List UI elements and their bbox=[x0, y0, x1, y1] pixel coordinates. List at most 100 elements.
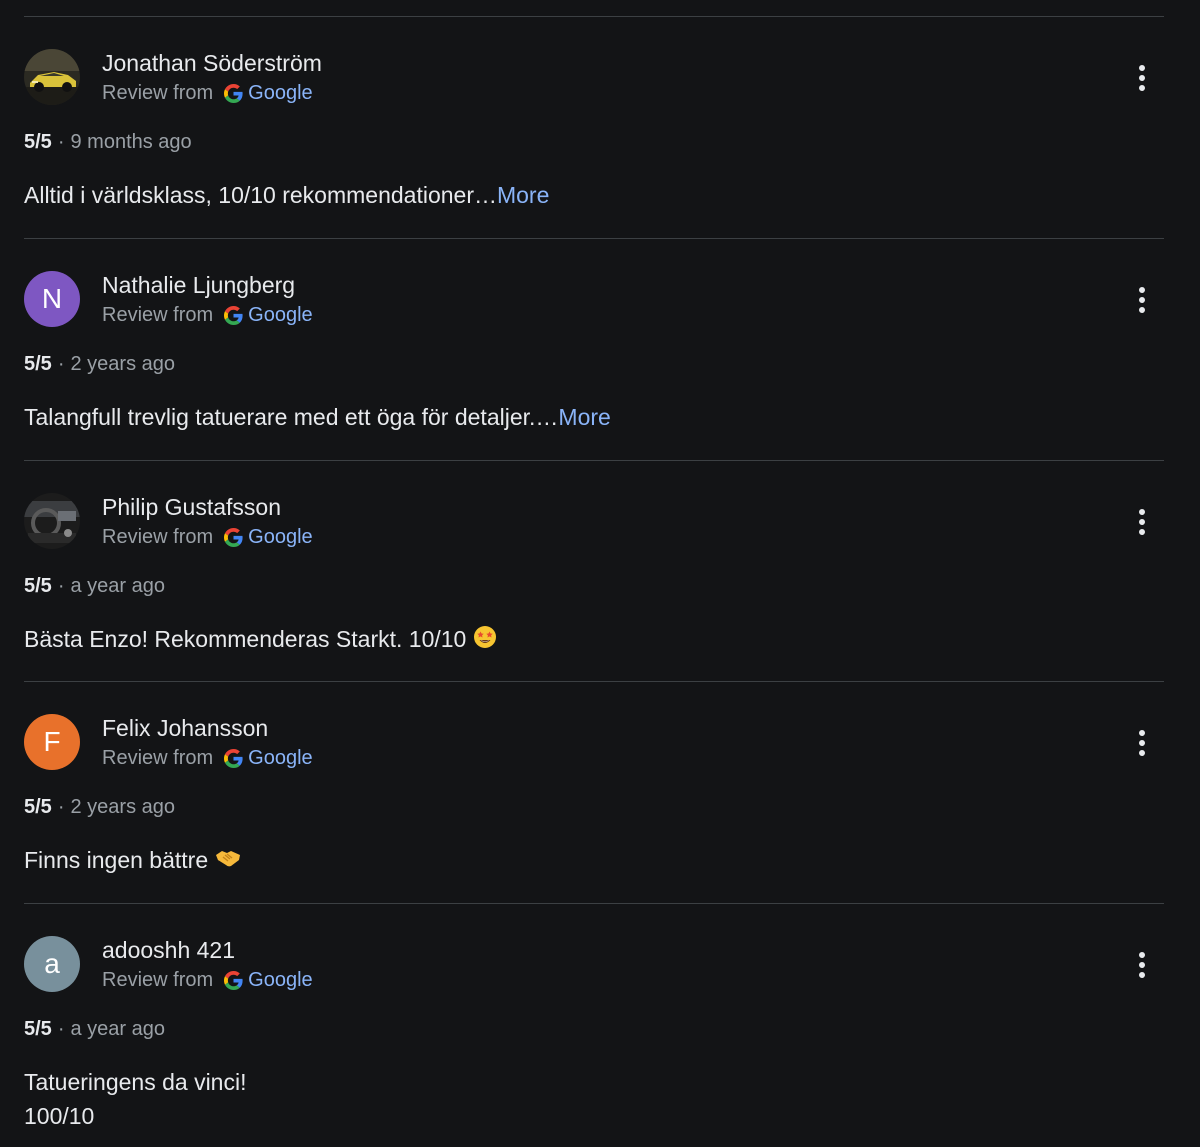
more-link[interactable]: More bbox=[497, 182, 549, 208]
more-vert-dot bbox=[1139, 65, 1145, 71]
reviewer-name[interactable]: Nathalie Ljungberg bbox=[102, 271, 295, 299]
review-meta: 5/5 · 9 months ago bbox=[24, 129, 192, 155]
source-label: Review from bbox=[102, 526, 214, 548]
car-interior-photo-icon bbox=[24, 493, 80, 549]
more-options-button[interactable] bbox=[1130, 61, 1154, 95]
rating: 5/5 bbox=[24, 353, 52, 375]
avatar-letter: a bbox=[44, 948, 60, 979]
review-source: Review from Google bbox=[102, 967, 313, 993]
more-vert-dot bbox=[1139, 529, 1145, 535]
avatar-letter: F bbox=[43, 726, 61, 757]
review-text: Tatueringens da vinci! 100/10 bbox=[24, 1065, 246, 1133]
source-google-link[interactable]: Google bbox=[248, 967, 313, 993]
review-text: Finns ingen bättre bbox=[24, 843, 241, 877]
review-card: a adooshh 421 Review from Google 5/5· a bbox=[24, 903, 1164, 1129]
source-label: Review from bbox=[102, 304, 214, 326]
rating: 5/5 bbox=[24, 796, 52, 818]
review-card: Philip Gustafsson Review from Google 5/5… bbox=[24, 460, 1164, 683]
star-struck-emoji-icon bbox=[473, 626, 496, 648]
review-time: a year ago bbox=[70, 1018, 165, 1040]
review-text-body: Bästa Enzo! Rekommenderas Starkt. 10/10 bbox=[24, 626, 467, 652]
meta-separator: · bbox=[57, 796, 65, 818]
avatar[interactable]: a bbox=[24, 936, 80, 992]
review-header: a adooshh 421 Review from Google bbox=[24, 936, 1164, 994]
review-meta: 5/5 · a year ago bbox=[24, 573, 165, 599]
more-vert-dot bbox=[1139, 962, 1145, 968]
review-text-line: 100/10 bbox=[24, 1103, 95, 1129]
reviewer-name[interactable]: Philip Gustafsson bbox=[102, 493, 281, 521]
review-time: 2 years ago bbox=[70, 796, 175, 818]
meta-separator: · bbox=[57, 1018, 65, 1040]
more-vert-dot bbox=[1139, 952, 1145, 958]
avatar[interactable] bbox=[24, 49, 80, 105]
more-options-button[interactable] bbox=[1130, 505, 1154, 539]
more-vert-dot bbox=[1139, 972, 1145, 978]
reviewer-name[interactable]: adooshh 421 bbox=[102, 936, 235, 964]
more-vert-dot bbox=[1139, 297, 1145, 303]
more-options-button[interactable] bbox=[1130, 726, 1154, 760]
review-card: Jonathan Söderström Review from Google 5… bbox=[24, 16, 1164, 239]
review-header: N Nathalie Ljungberg Review from Google bbox=[24, 271, 1164, 329]
rating: 5/5 bbox=[24, 1018, 52, 1040]
review-card: F Felix Johansson Review from Google 5/5… bbox=[24, 681, 1164, 904]
avatar[interactable] bbox=[24, 493, 80, 549]
review-text: Alltid i världsklass, 10/10 rekommendati… bbox=[24, 178, 549, 212]
more-vert-dot bbox=[1139, 75, 1145, 81]
reviewer-name[interactable]: Jonathan Söderström bbox=[102, 49, 322, 77]
more-vert-dot bbox=[1139, 740, 1145, 746]
rating: 5/5 bbox=[24, 575, 52, 597]
more-options-button[interactable] bbox=[1130, 283, 1154, 317]
review-header: Philip Gustafsson Review from Google bbox=[24, 493, 1164, 551]
source-google-link[interactable]: Google bbox=[248, 80, 313, 106]
google-g-icon bbox=[224, 748, 243, 768]
rating: 5/5 bbox=[24, 131, 52, 153]
more-vert-dot bbox=[1139, 85, 1145, 91]
google-g-icon bbox=[224, 83, 243, 103]
review-text-line: Tatueringens da vinci! bbox=[24, 1069, 247, 1095]
review-source: Review from Google bbox=[102, 80, 313, 106]
source-google-link[interactable]: Google bbox=[248, 524, 313, 550]
reviewer-name[interactable]: Felix Johansson bbox=[102, 714, 268, 742]
review-time: 9 months ago bbox=[70, 131, 192, 153]
more-link[interactable]: More bbox=[558, 404, 610, 430]
review-source: Review from Google bbox=[102, 524, 313, 550]
google-g-icon bbox=[224, 527, 243, 547]
review-header: F Felix Johansson Review from Google bbox=[24, 714, 1164, 772]
avatar-letter: N bbox=[41, 283, 63, 314]
review-time: 2 years ago bbox=[70, 353, 175, 375]
more-vert-dot bbox=[1139, 287, 1145, 293]
source-google-link[interactable]: Google bbox=[248, 302, 313, 328]
more-vert-dot bbox=[1139, 519, 1145, 525]
meta-separator: · bbox=[57, 353, 65, 375]
review-time: a year ago bbox=[70, 575, 165, 597]
google-g-icon bbox=[224, 970, 243, 990]
reviews-list: Jonathan Söderström Review from Google 5… bbox=[0, 0, 1200, 1147]
avatar[interactable]: N bbox=[24, 271, 80, 327]
handshake-emoji-icon bbox=[215, 851, 240, 867]
more-vert-dot bbox=[1139, 307, 1145, 313]
review-source: Review from Google bbox=[102, 302, 313, 328]
avatar[interactable]: F bbox=[24, 714, 80, 770]
review-text: Bästa Enzo! Rekommenderas Starkt. 10/10 bbox=[24, 622, 497, 656]
meta-separator: · bbox=[57, 131, 65, 153]
more-vert-dot bbox=[1139, 730, 1145, 736]
source-label: Review from bbox=[102, 82, 214, 104]
review-text: Talangfull trevlig tatuerare med ett öga… bbox=[24, 400, 611, 434]
meta-separator: · bbox=[57, 575, 65, 597]
review-text-body: Talangfull trevlig tatuerare med ett öga… bbox=[24, 404, 559, 430]
review-card: N Nathalie Ljungberg Review from Google bbox=[24, 238, 1164, 461]
more-vert-dot bbox=[1139, 750, 1145, 756]
review-source: Review from Google bbox=[102, 745, 313, 771]
review-meta: 5/5 · 2 years ago bbox=[24, 351, 175, 377]
review-header: Jonathan Söderström Review from Google bbox=[24, 49, 1164, 107]
google-g-icon bbox=[224, 305, 243, 325]
review-meta: 5/5 · 2 years ago bbox=[24, 794, 175, 820]
review-text-body: Finns ingen bättre bbox=[24, 847, 209, 873]
more-options-button[interactable] bbox=[1130, 948, 1154, 982]
more-vert-dot bbox=[1139, 509, 1145, 515]
review-text-body: Alltid i världsklass, 10/10 rekommendati… bbox=[24, 182, 497, 208]
car-photo-icon bbox=[24, 49, 80, 105]
review-meta: 5/5 · a year ago bbox=[24, 1016, 165, 1042]
source-google-link[interactable]: Google bbox=[248, 745, 313, 771]
source-label: Review from bbox=[102, 747, 214, 769]
